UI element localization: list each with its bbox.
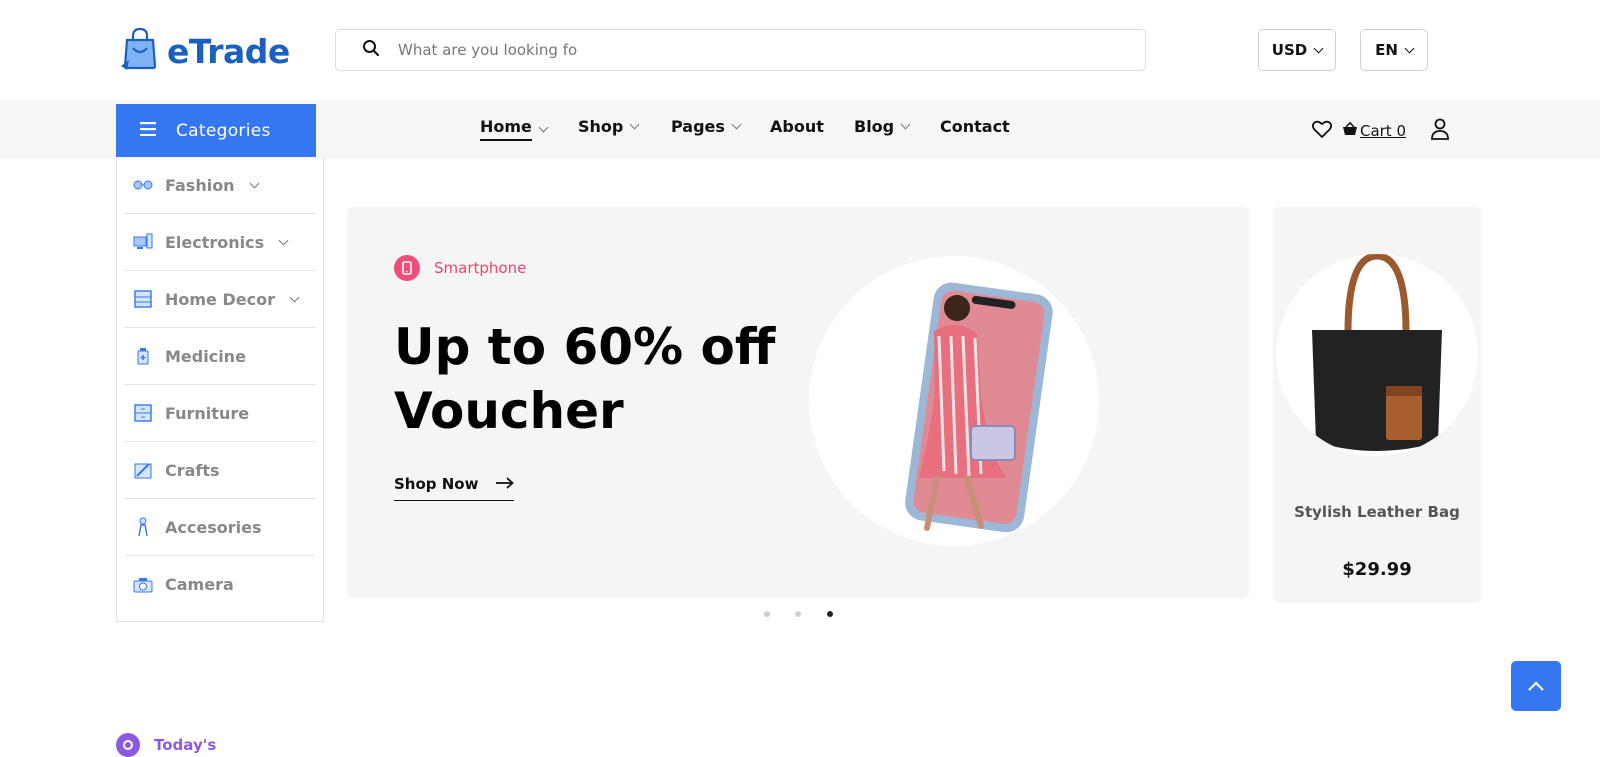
hero-tag: Smartphone [394, 255, 526, 281]
category-label: Medicine [165, 346, 246, 366]
chevron-up-icon [1527, 677, 1545, 696]
category-electronics[interactable]: Electronics [125, 214, 315, 271]
product-card[interactable]: Stylish Leather Bag $29.99 [1273, 207, 1481, 603]
camera-icon [133, 575, 153, 595]
slider-dot[interactable] [795, 611, 801, 617]
category-crafts[interactable]: Crafts [125, 442, 315, 499]
cart-button[interactable]: Cart 0 [1342, 121, 1406, 140]
currency-label: USD [1271, 41, 1308, 59]
category-medicine[interactable]: Medicine [125, 328, 315, 385]
category-fashion[interactable]: Fashion [125, 157, 315, 214]
product-name: Stylish Leather Bag [1294, 503, 1460, 521]
nav-shop[interactable]: Shop [578, 117, 640, 136]
nav-pages[interactable]: Pages [671, 117, 742, 136]
nav-contact[interactable]: Contact [940, 117, 1010, 136]
hero-banner: Smartphone Up to 60% off Voucher Shop No… [347, 207, 1249, 598]
chevron-down-icon [249, 178, 260, 188]
category-label: Accesories [165, 517, 262, 537]
nav-blog[interactable]: Blog [854, 117, 911, 136]
category-label: Fashion [165, 175, 235, 195]
crafts-icon [133, 460, 153, 480]
user-icon[interactable] [1430, 118, 1450, 144]
cabinet-icon [133, 289, 153, 309]
categories-label: Categories [176, 120, 271, 141]
nav-label: Pages [671, 117, 725, 136]
nav-home[interactable]: Home [480, 117, 549, 141]
category-home-decor[interactable]: Home Decor [125, 271, 315, 328]
category-accesories[interactable]: Accesories [125, 499, 315, 556]
drawer-icon [133, 403, 153, 423]
nav-label: Contact [940, 117, 1010, 136]
categories-button[interactable]: Categories [116, 104, 316, 157]
chevron-down-icon [289, 292, 300, 302]
medicine-bottle-icon [133, 346, 153, 366]
heart-icon[interactable] [1311, 120, 1332, 142]
fire-icon [116, 733, 140, 757]
hero-headline: Up to 60% off Voucher [394, 318, 776, 440]
chevron-down-icon [538, 122, 549, 132]
cart-label: Cart 0 [1359, 122, 1406, 140]
categories-sidebar: Fashion Electronics Home Decor Medicine … [116, 157, 324, 622]
shopping-bag-icon [119, 26, 161, 76]
slider-dot-active[interactable] [827, 611, 833, 617]
hero-image [809, 256, 1099, 546]
product-image [1276, 254, 1478, 456]
nav-label: About [770, 117, 824, 136]
chevron-down-icon [1404, 43, 1415, 53]
shop-now-label: Shop Now [394, 475, 479, 493]
shop-now-link[interactable]: Shop Now [394, 475, 515, 501]
category-camera[interactable]: Camera [125, 556, 315, 613]
category-furniture[interactable]: Furniture [125, 385, 315, 442]
search-icon[interactable] [362, 39, 380, 61]
chevron-down-icon [1313, 43, 1324, 53]
nav-about[interactable]: About [770, 117, 824, 136]
accessory-icon [133, 517, 153, 537]
smartphone-icon [394, 255, 420, 281]
back-to-top-button[interactable] [1511, 661, 1561, 711]
section-label-text: Today's [154, 736, 217, 754]
nav-label: Shop [578, 117, 624, 136]
search-bar [335, 29, 1146, 71]
category-label: Crafts [165, 460, 220, 480]
chevron-down-icon [731, 119, 742, 130]
section-label: Today's [116, 733, 216, 757]
category-label: Home Decor [165, 289, 275, 309]
category-label: Electronics [165, 232, 265, 252]
header-actions: Cart 0 [1311, 118, 1450, 144]
product-price: $29.99 [1342, 559, 1412, 580]
nav-label: Home [480, 117, 532, 141]
glasses-icon [133, 175, 153, 195]
currency-dropdown[interactable]: USD [1258, 29, 1336, 71]
arrow-right-icon [496, 475, 515, 493]
category-label: Camera [165, 575, 234, 594]
brand-name: eTrade [167, 31, 290, 71]
category-label: Furniture [165, 403, 250, 423]
language-dropdown[interactable]: EN [1360, 29, 1428, 71]
chevron-down-icon [629, 119, 640, 130]
language-label: EN [1375, 41, 1398, 59]
nav-label: Blog [854, 117, 895, 136]
menu-icon [140, 121, 156, 141]
computer-icon [133, 232, 153, 252]
chevron-down-icon [278, 235, 289, 245]
hero-tag-label: Smartphone [434, 259, 527, 277]
brand-logo[interactable]: eTrade [119, 26, 290, 76]
search-input[interactable] [398, 41, 1098, 59]
slider-dot[interactable] [764, 611, 770, 617]
chevron-down-icon [900, 119, 911, 130]
basket-icon [1342, 121, 1358, 140]
